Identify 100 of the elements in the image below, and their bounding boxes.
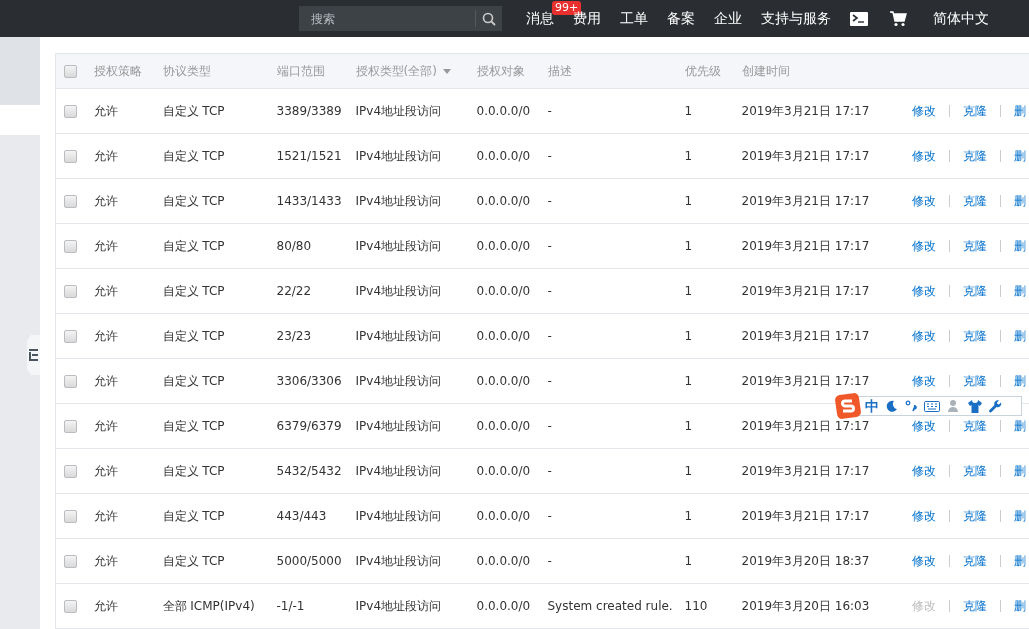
row-checkbox[interactable]	[64, 285, 77, 298]
table-cell: 自定义 TCP	[162, 508, 225, 523]
row-checkbox[interactable]	[64, 195, 77, 208]
action-link[interactable]: 修改	[911, 507, 936, 525]
table-cell: 0.0.0.0/0	[476, 464, 531, 478]
table-cell: 0.0.0.0/0	[476, 239, 531, 253]
moon-icon[interactable]	[886, 400, 898, 412]
action-link[interactable]: 修改	[911, 462, 936, 480]
action-link[interactable]: 克隆	[962, 597, 987, 615]
action-link[interactable]: 删	[1013, 237, 1026, 255]
action-link[interactable]: 修改	[911, 552, 936, 570]
action-link[interactable]: 删	[1013, 147, 1026, 165]
column-header: 授权对象	[476, 63, 525, 78]
wrench-icon[interactable]	[989, 399, 1002, 413]
table-cell: 自定义 TCP	[162, 328, 225, 343]
table-cell: 允许	[93, 373, 118, 388]
table-cell: 允许	[93, 463, 118, 478]
table-cell: 1433/1433	[276, 194, 342, 208]
nav-link[interactable]: 备案	[667, 9, 695, 28]
table-cell: 自定义 TCP	[162, 283, 225, 298]
nav-link[interactable]: 消息	[526, 9, 554, 28]
column-header: 授权类型(全部)	[355, 63, 437, 78]
row-checkbox[interactable]	[64, 240, 77, 253]
nav-link[interactable]: 工单	[620, 9, 648, 28]
action-link[interactable]: 克隆	[962, 372, 987, 390]
table-cell: 0.0.0.0/0	[476, 104, 531, 118]
caret-icon[interactable]	[442, 68, 451, 74]
action-link[interactable]: 修改	[911, 327, 936, 345]
nav-link[interactable]: 企业	[714, 9, 742, 28]
action-link[interactable]: 克隆	[962, 417, 987, 435]
row-checkbox[interactable]	[64, 105, 77, 118]
table-cell: IPv4地址段访问	[355, 328, 441, 343]
table-cell: 0.0.0.0/0	[476, 329, 531, 343]
row-checkbox[interactable]	[64, 465, 77, 478]
action-link[interactable]: 克隆	[962, 102, 987, 120]
action-link[interactable]: 删	[1013, 507, 1026, 525]
table-cell: 允许	[93, 103, 118, 118]
row-checkbox[interactable]	[64, 420, 77, 433]
table-cell: 2019年3月21日 17:17	[741, 238, 870, 253]
table-cell: 自定义 TCP	[162, 463, 225, 478]
collapse-handle[interactable]	[27, 335, 40, 375]
action-link[interactable]: 删	[1013, 462, 1026, 480]
table-cell: 0.0.0.0/0	[476, 419, 531, 433]
search-field[interactable]: 搜索	[299, 6, 502, 31]
table-cell: IPv4地址段访问	[355, 373, 441, 388]
action-link[interactable]: 修改	[911, 237, 936, 255]
cart-icon[interactable]	[890, 10, 907, 27]
nav-link[interactable]: 支持与服务	[761, 9, 831, 28]
punctuation-icon[interactable]	[905, 400, 917, 412]
action-link[interactable]: 修改	[911, 147, 936, 165]
action-link[interactable]: 删	[1013, 327, 1026, 345]
action-link[interactable]: 修改	[911, 192, 936, 210]
action-link[interactable]: 删	[1013, 192, 1026, 210]
table-cell: -	[547, 509, 552, 523]
language-link[interactable]: 简体中文	[933, 9, 989, 28]
action-link[interactable]: 克隆	[962, 237, 987, 255]
table-cell: IPv4地址段访问	[355, 283, 441, 298]
action-link[interactable]: 克隆	[962, 282, 987, 300]
column-header: 协议类型	[162, 63, 211, 78]
action-link[interactable]: 克隆	[962, 462, 987, 480]
table-cell: IPv4地址段访问	[355, 598, 441, 613]
row-checkbox[interactable]	[64, 330, 77, 343]
table-cell: 1	[684, 149, 693, 163]
row-checkbox[interactable]	[64, 600, 77, 613]
table-cell: 全部 ICMP(IPv4)	[162, 598, 255, 613]
ime-logo-icon[interactable]	[835, 393, 861, 419]
table-cell: -	[547, 374, 552, 388]
action-link[interactable]: 删	[1013, 552, 1026, 570]
row-checkbox[interactable]	[64, 555, 77, 568]
terminal-icon[interactable]	[850, 11, 868, 26]
user-icon[interactable]	[947, 399, 961, 413]
action-link[interactable]: 克隆	[962, 507, 987, 525]
action-link[interactable]: 删	[1013, 597, 1026, 615]
action-link[interactable]: 克隆	[962, 192, 987, 210]
action-link[interactable]: 修改	[911, 372, 936, 390]
action-link[interactable]: 删	[1013, 102, 1026, 120]
row-checkbox[interactable]	[64, 510, 77, 523]
shirt-icon[interactable]	[968, 399, 982, 413]
column-header: 授权策略	[93, 63, 142, 78]
action-link[interactable]: 克隆	[962, 552, 987, 570]
action-link[interactable]: 克隆	[962, 327, 987, 345]
action-link[interactable]: 删	[1013, 417, 1026, 435]
action-link[interactable]: 删	[1013, 372, 1026, 390]
select-all-checkbox[interactable]	[64, 65, 77, 78]
row-checkbox[interactable]	[64, 150, 77, 163]
table-cell: 允许	[93, 553, 118, 568]
action-link[interactable]: 克隆	[962, 147, 987, 165]
action-link[interactable]: 修改	[911, 417, 936, 435]
keyboard-icon[interactable]	[924, 400, 940, 412]
table-cell: 0.0.0.0/0	[476, 374, 531, 388]
ime-mode[interactable]: 中	[865, 398, 879, 414]
row-checkbox[interactable]	[64, 375, 77, 388]
search-icon[interactable]	[482, 11, 496, 26]
table-cell: 0.0.0.0/0	[476, 194, 531, 208]
table-cell: -	[547, 239, 552, 253]
table-cell: IPv4地址段访问	[355, 508, 441, 523]
action-link[interactable]: 删	[1013, 282, 1026, 300]
table-cell: 2019年3月21日 17:17	[741, 283, 870, 298]
action-link[interactable]: 修改	[911, 102, 936, 120]
action-link[interactable]: 修改	[911, 282, 936, 300]
